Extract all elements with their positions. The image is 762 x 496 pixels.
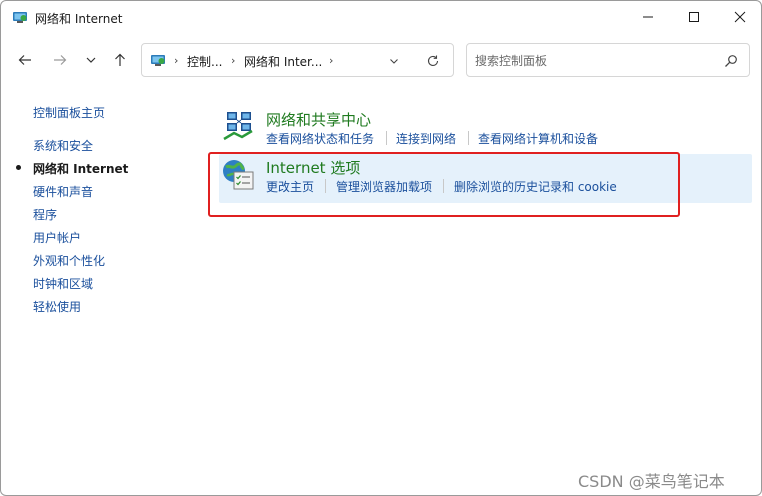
- link-divider: [443, 179, 444, 193]
- recent-locations-button[interactable]: [79, 48, 103, 72]
- link-divider: [325, 179, 326, 193]
- sidebar-item-programs[interactable]: 程序: [33, 206, 57, 223]
- close-button[interactable]: [717, 1, 761, 33]
- maximize-button[interactable]: [671, 1, 717, 33]
- link-view-network-status[interactable]: 查看网络状态和任务: [266, 130, 374, 147]
- sidebar-item-user-accounts[interactable]: 用户帐户: [33, 229, 81, 246]
- category-internet-options: Internet 选项 更改主页 管理浏览器加载项 删除浏览的历史记录和 coo…: [219, 154, 752, 203]
- chevron-down-icon: [86, 57, 96, 63]
- sidebar-home-link[interactable]: 控制面板主页: [33, 104, 105, 121]
- link-change-homepage[interactable]: 更改主页: [266, 178, 314, 195]
- search-icon[interactable]: [724, 54, 738, 68]
- control-panel-app-icon: [13, 12, 27, 23]
- category-network-sharing-center: 网络和共享中心 查看网络状态和任务 连接到网络 查看网络计算机和设备: [219, 105, 759, 151]
- current-location-bullet: [16, 165, 21, 170]
- link-delete-browsing-history[interactable]: 删除浏览的历史记录和 cookie: [454, 178, 617, 195]
- up-button[interactable]: [108, 48, 132, 72]
- sidebar-item-clock-region[interactable]: 时钟和区域: [33, 275, 93, 292]
- close-icon: [734, 11, 746, 23]
- forward-button[interactable]: [48, 48, 72, 72]
- minimize-icon: [643, 16, 653, 18]
- window-title: 网络和 Internet: [35, 12, 123, 26]
- chevron-down-icon[interactable]: [388, 55, 400, 67]
- breadcrumb-chevron-icon[interactable]: ›: [329, 54, 333, 67]
- sidebar-item-network-internet[interactable]: 网络和 Internet: [33, 160, 128, 177]
- link-divider: [468, 131, 469, 145]
- title-bar: 网络和 Internet: [1, 1, 761, 33]
- search-box[interactable]: [466, 43, 750, 77]
- link-connect-to-network[interactable]: 连接到网络: [396, 130, 456, 147]
- back-button[interactable]: [13, 48, 37, 72]
- watermark-text: CSDN @菜鸟笔记本: [578, 472, 725, 491]
- link-manage-addons[interactable]: 管理浏览器加载项: [336, 178, 432, 195]
- refresh-icon[interactable]: [426, 54, 440, 68]
- link-view-network-computers[interactable]: 查看网络计算机和设备: [478, 130, 598, 147]
- internet-options-icon: [223, 160, 254, 190]
- breadcrumb-network-internet[interactable]: 网络和 Inter...: [244, 53, 322, 70]
- category-title-network-sharing[interactable]: 网络和共享中心: [266, 109, 371, 130]
- maximize-icon: [689, 12, 699, 22]
- arrow-right-icon: [54, 55, 67, 65]
- breadcrumb-chevron-icon[interactable]: ›: [231, 54, 235, 67]
- breadcrumb-chevron-icon[interactable]: ›: [174, 54, 178, 67]
- sidebar-item-ease-of-access[interactable]: 轻松使用: [33, 298, 81, 315]
- breadcrumb-control-panel[interactable]: 控制...: [187, 53, 222, 70]
- control-panel-location-icon: [151, 55, 165, 66]
- sidebar-item-appearance[interactable]: 外观和个性化: [33, 252, 105, 269]
- sidebar-item-hardware-sound[interactable]: 硬件和声音: [33, 183, 93, 200]
- arrow-up-icon: [115, 53, 125, 66]
- network-sharing-icon: [223, 112, 253, 141]
- minimize-button[interactable]: [625, 1, 671, 33]
- category-title-internet-options[interactable]: Internet 选项: [266, 157, 360, 178]
- address-bar[interactable]: › 控制... › 网络和 Inter... ›: [141, 43, 454, 77]
- control-panel-window: 网络和 Internet › 控制... › 网络和 Inter... › 搜索…: [0, 0, 762, 496]
- sidebar-item-system-security[interactable]: 系统和安全: [33, 137, 93, 154]
- search-input[interactable]: [475, 51, 715, 71]
- link-divider: [386, 131, 387, 145]
- arrow-left-icon: [18, 55, 31, 65]
